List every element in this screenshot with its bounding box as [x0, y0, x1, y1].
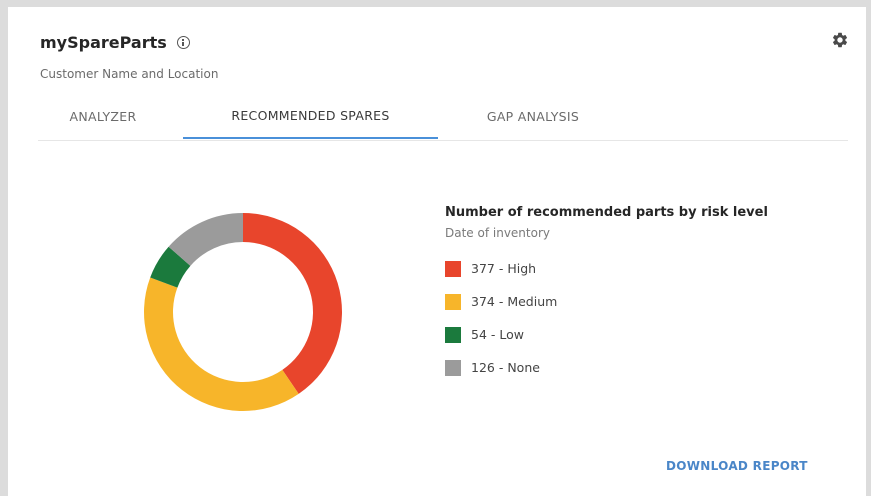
customer-subtitle: Customer Name and Location: [40, 67, 219, 81]
legend-item: 126 - None: [445, 351, 768, 384]
legend-item: 374 - Medium: [445, 285, 768, 318]
legend-swatch: [445, 326, 461, 343]
legend-item: 54 - Low: [445, 318, 768, 351]
legend-label: 126 - None: [471, 360, 540, 375]
legend-swatch: [445, 359, 461, 376]
legend-label: 54 - Low: [471, 327, 524, 342]
chart-legend: Number of recommended parts by risk leve…: [445, 205, 768, 384]
legend-label: 377 - High: [471, 261, 537, 276]
legend-item: 377 - High: [445, 252, 768, 285]
gear-icon[interactable]: [831, 31, 849, 49]
legend-swatch: [445, 260, 461, 277]
tab-bar: ANALYZER RECOMMENDED SPARES GAP ANALYSIS: [38, 93, 848, 141]
donut-slice-high: [243, 213, 342, 394]
legend-subtitle: Date of inventory: [445, 226, 550, 240]
tab-analyzer[interactable]: ANALYZER: [38, 93, 168, 139]
risk-donut-chart: [144, 213, 342, 411]
legend-title: Number of recommended parts by risk leve…: [445, 205, 768, 220]
tab-recommended-spares[interactable]: RECOMMENDED SPARES: [183, 93, 438, 139]
spare-parts-card: mySpareParts Customer Name and Location …: [8, 7, 866, 496]
page-title: mySpareParts: [40, 33, 167, 52]
legend-label: 374 - Medium: [471, 294, 558, 309]
info-icon[interactable]: [176, 36, 190, 49]
download-report-button[interactable]: DOWNLOAD REPORT: [666, 459, 808, 473]
donut-slice-medium: [144, 277, 299, 411]
legend-list: 377 - High 374 - Medium 54 - Low 126 - None: [445, 252, 768, 384]
tab-gap-analysis[interactable]: GAP ANALYSIS: [448, 93, 618, 139]
card-header: mySpareParts: [40, 33, 190, 52]
legend-swatch: [445, 293, 461, 310]
